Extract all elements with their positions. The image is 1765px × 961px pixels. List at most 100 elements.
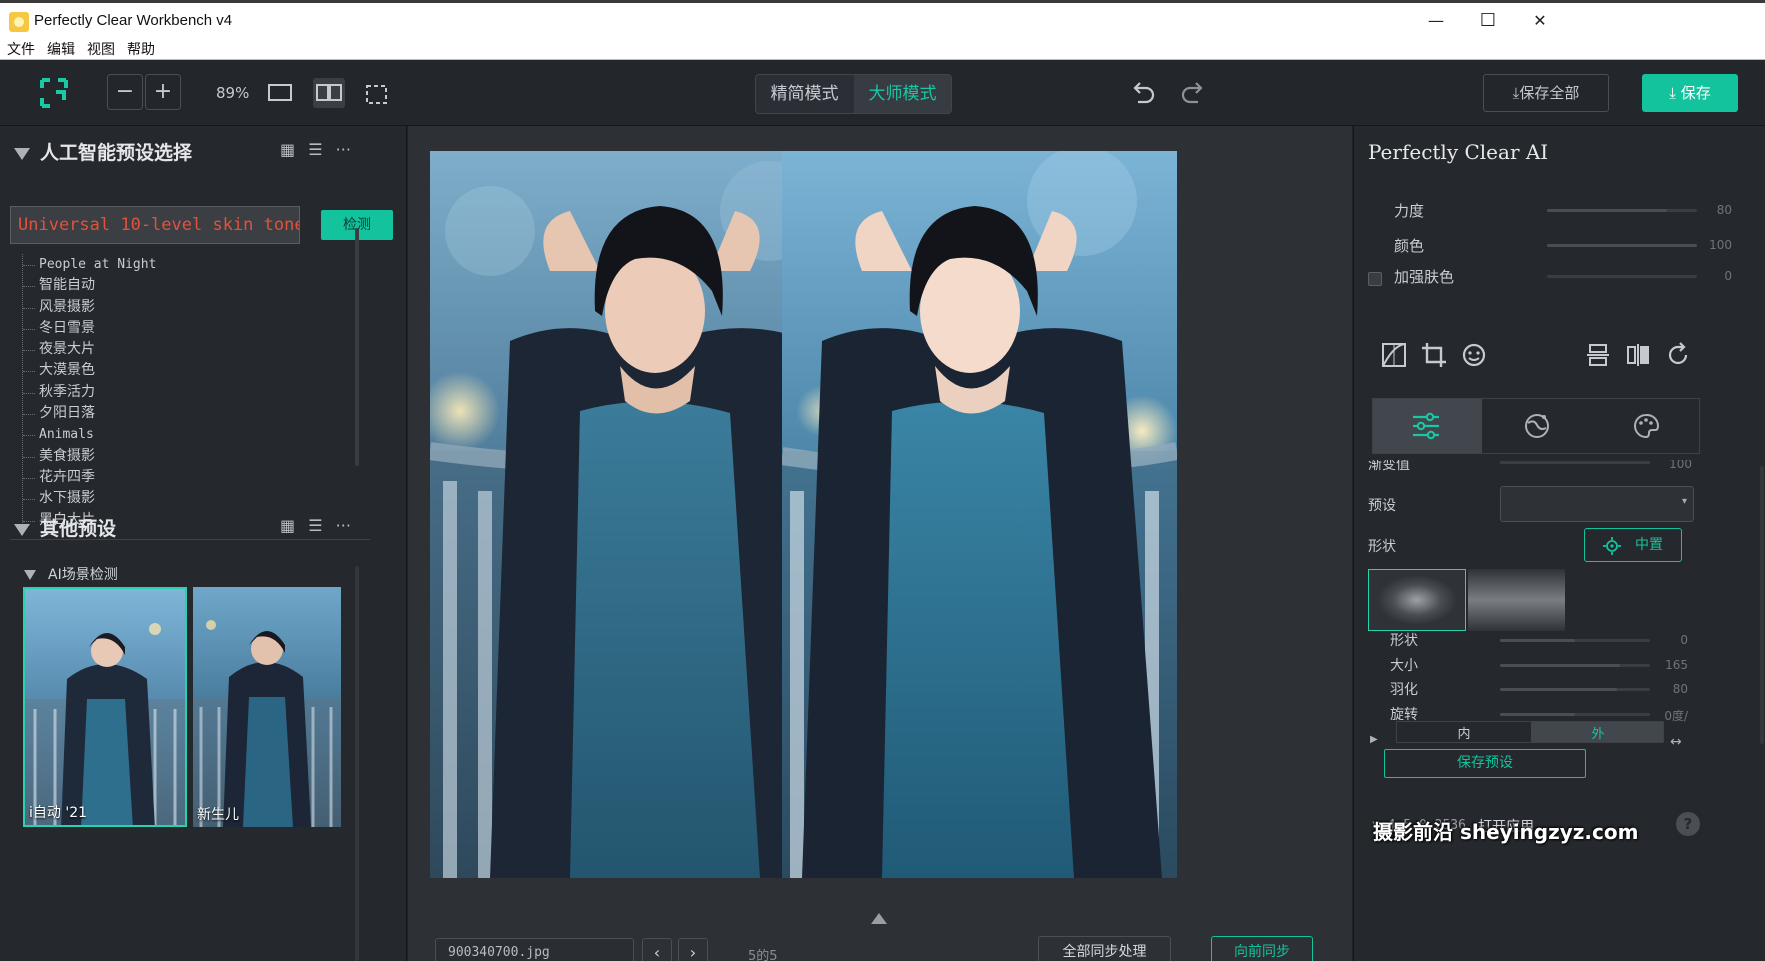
app-logo-icon — [40, 78, 68, 108]
preset-thumbnail[interactable]: 新生儿 — [193, 587, 341, 827]
preset-item[interactable]: 冬日雪景 — [23, 318, 322, 339]
gradient-label: 渐变值 — [1368, 460, 1410, 473]
thumbnail-image — [25, 589, 185, 825]
right-panel-scrollbar[interactable] — [1760, 466, 1764, 744]
crop-icon[interactable] — [1420, 341, 1448, 369]
preset-scrollbar[interactable] — [355, 228, 359, 466]
center-button[interactable]: 中置 — [1584, 528, 1682, 562]
ai-presets-header[interactable]: 人工智能预设选择 — [14, 138, 192, 165]
shape-slider[interactable]: 形状 0 — [1354, 630, 1734, 650]
crop-view-icon[interactable] — [364, 83, 390, 107]
title-bar: Perfectly Clear Workbench v4 — ☐ ✕ — [0, 0, 1765, 37]
grid-view-icon[interactable]: ▦ — [280, 516, 295, 535]
grid-view-icon[interactable]: ▦ — [280, 140, 295, 159]
preset-item[interactable]: People at Night — [23, 254, 322, 275]
gradient-value: 100 — [1669, 460, 1692, 471]
preset-tree: People at Night 智能自动 风景摄影 冬日雪景 夜景大片 大漠景色… — [22, 254, 322, 531]
preset-item[interactable]: 风景摄影 — [23, 297, 322, 318]
image-viewer: 900340700.jpg ‹ › 5的5 全部同步处理 向前同步 — [408, 126, 1352, 961]
list-view-icon[interactable]: ☰ — [308, 516, 322, 535]
minimize-button[interactable]: — — [1408, 6, 1464, 36]
adjustment-tabs — [1372, 398, 1700, 454]
save-all-button[interactable]: ⤓保存全部 — [1483, 74, 1609, 112]
preset-item[interactable]: 水下摄影 — [23, 488, 322, 509]
redo-icon[interactable] — [1180, 80, 1206, 104]
ai-scene-detect-header[interactable]: AI场景检测 — [24, 564, 118, 584]
size-slider[interactable]: 大小 165 — [1354, 655, 1734, 675]
sync-forward-button[interactable]: 向前同步 — [1211, 936, 1313, 961]
preset-item[interactable]: 智能自动 — [23, 275, 322, 296]
flip-vertical-icon[interactable] — [1584, 341, 1612, 369]
flip-horizontal-icon[interactable] — [1624, 341, 1652, 369]
left-panel: 人工智能预设选择 ▦ ☰ ··· Universal 10-level skin… — [0, 126, 407, 961]
gradient-track[interactable] — [1500, 461, 1650, 464]
viewer-bottom-bar: 900340700.jpg ‹ › 5的5 全部同步处理 向前同步 — [408, 890, 1352, 961]
save-button[interactable]: ⤓ 保存 — [1642, 74, 1738, 112]
zoom-in-button[interactable]: + — [145, 74, 181, 110]
other-presets-scrollbar[interactable] — [355, 566, 359, 961]
preset-item[interactable]: Animals — [23, 424, 322, 445]
after-image[interactable] — [782, 151, 1177, 878]
watermark: 摄影前沿 sheyingzyz.com — [1373, 820, 1639, 844]
reset-arrows-icon[interactable]: ↔ — [1670, 734, 1682, 750]
collapse-triangle-icon — [14, 147, 30, 160]
segment-outside[interactable]: 外 — [1531, 722, 1663, 742]
preset-label: 预设 — [1368, 498, 1396, 514]
prev-image-button[interactable]: ‹ — [642, 938, 672, 961]
tab-effects[interactable] — [1482, 399, 1591, 453]
next-image-button[interactable]: › — [678, 938, 708, 961]
expand-arrow-icon[interactable]: ▶ — [1370, 734, 1378, 745]
color-slider[interactable]: 颜色 100 — [1354, 235, 1734, 255]
preset-item[interactable]: 大漠景色 — [23, 360, 322, 381]
preset-item[interactable]: 夕阳日落 — [23, 403, 322, 424]
menu-help[interactable]: 帮助 — [127, 39, 155, 59]
file-select[interactable]: 900340700.jpg — [435, 938, 634, 961]
list-view-icon[interactable]: ☰ — [308, 140, 322, 159]
undo-icon[interactable] — [1130, 80, 1156, 104]
segment-inside[interactable]: 内 — [1397, 722, 1531, 742]
enhance-skin-slider[interactable]: 加强肤色 0 — [1354, 266, 1734, 286]
zoom-out-button[interactable]: − — [107, 74, 143, 110]
preset-dropdown[interactable] — [1500, 486, 1694, 522]
master-mode-button[interactable]: 大师模式 — [854, 75, 951, 113]
tab-adjustments[interactable] — [1373, 399, 1482, 453]
radial-shape-option[interactable] — [1368, 569, 1466, 631]
other-presets-view-icons: ▦ ☰ ··· — [280, 516, 351, 535]
expand-filmstrip-icon[interactable] — [871, 913, 887, 924]
more-icon[interactable]: ··· — [336, 140, 351, 159]
ai-presets-view-icons: ▦ ☰ ··· — [280, 140, 351, 159]
tab-styles[interactable] — [1591, 399, 1700, 453]
preset-thumbnail[interactable]: i自动 '21 — [23, 587, 187, 827]
menu-file[interactable]: 文件 — [7, 39, 35, 59]
palette-icon — [1634, 413, 1660, 439]
feather-slider[interactable]: 羽化 80 — [1354, 679, 1734, 699]
maximize-button[interactable]: ☐ — [1460, 6, 1516, 36]
more-icon[interactable]: ··· — [336, 516, 351, 535]
preset-search-input[interactable]: Universal 10-level skin tone — [10, 206, 300, 244]
menu-view[interactable]: 视图 — [87, 39, 115, 59]
after-photo — [782, 151, 1177, 878]
curves-icon[interactable] — [1380, 341, 1408, 369]
panel-title: Perfectly Clear AI — [1368, 140, 1549, 164]
save-preset-button[interactable]: 保存预设 — [1384, 749, 1586, 778]
single-view-icon[interactable] — [268, 83, 292, 103]
preset-item[interactable]: 美食摄影 — [23, 446, 322, 467]
collapse-triangle-icon — [14, 523, 30, 536]
simple-mode-button[interactable]: 精简模式 — [756, 75, 853, 113]
help-icon[interactable]: ? — [1676, 812, 1700, 836]
close-button[interactable]: ✕ — [1512, 6, 1568, 36]
menu-edit[interactable]: 编辑 — [47, 39, 75, 59]
split-view-icon[interactable] — [313, 78, 345, 108]
app-icon — [9, 12, 29, 32]
preset-item[interactable]: 夜景大片 — [23, 339, 322, 360]
linear-shape-option[interactable] — [1468, 569, 1565, 631]
strength-slider[interactable]: 力度 80 — [1354, 200, 1734, 220]
collapse-triangle-icon — [24, 570, 36, 580]
rotate-icon[interactable] — [1664, 341, 1692, 369]
mode-switch: 精简模式 大师模式 — [755, 74, 952, 114]
preset-item[interactable]: 花卉四季 — [23, 467, 322, 488]
sync-all-button[interactable]: 全部同步处理 — [1038, 936, 1171, 961]
preset-item[interactable]: 秋季活力 — [23, 382, 322, 403]
other-presets-header[interactable]: 其他预设 — [14, 514, 116, 541]
face-icon[interactable] — [1460, 341, 1488, 369]
